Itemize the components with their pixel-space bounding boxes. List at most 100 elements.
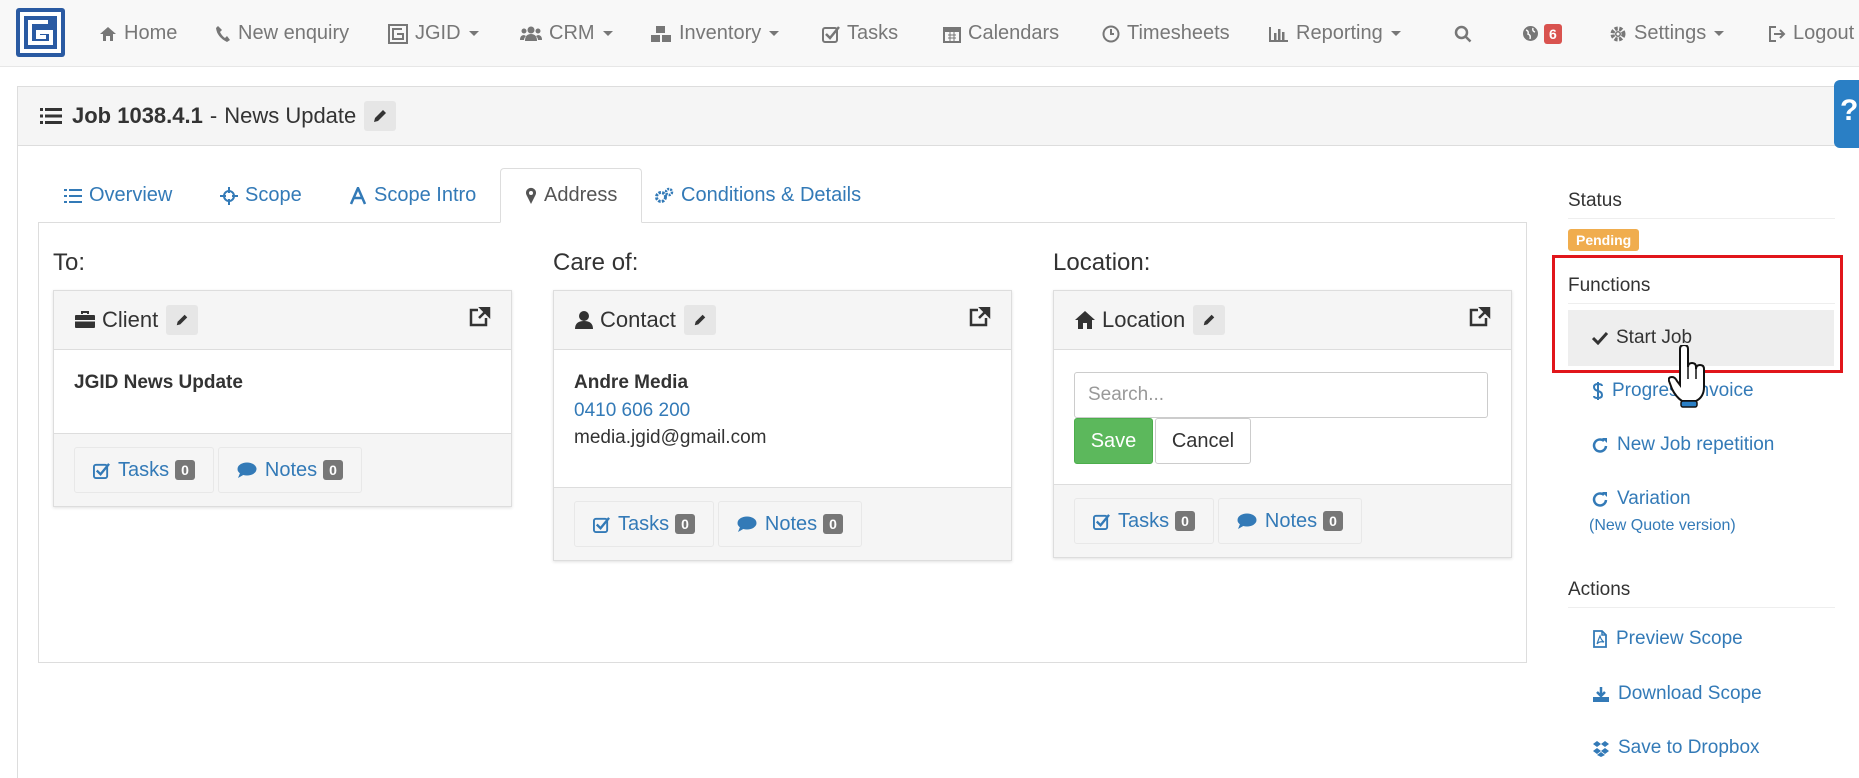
nav-crm-dropdown[interactable]: CRM [520, 0, 613, 67]
nav-notifications[interactable]: 6 [1522, 0, 1562, 67]
client-notes-button[interactable]: Notes 0 [217, 447, 362, 493]
tab-scope[interactable]: Scope [196, 168, 326, 223]
variation-sub-label[interactable]: (New Quote version) [1568, 517, 1834, 535]
home-icon [1074, 310, 1096, 330]
nav-inventory-dropdown[interactable]: Inventory [650, 0, 780, 67]
caret-down-icon [1714, 31, 1725, 36]
nav-logout-label: Logout [1793, 22, 1855, 44]
open-contact-external-icon[interactable] [969, 307, 991, 327]
client-tasks-count: 0 [175, 460, 195, 480]
contact-panel-footer: Tasks 0 Notes 0 [554, 487, 1011, 560]
client-tasks-button[interactable]: Tasks 0 [74, 447, 214, 493]
tab-scope-label: Scope [245, 184, 302, 206]
client-panel-footer: Tasks 0 Notes 0 [54, 433, 511, 506]
tab-address-label: Address [544, 184, 618, 206]
location-tasks-count: 0 [1175, 511, 1195, 531]
briefcase-icon [74, 311, 96, 329]
status-badge: Pending [1568, 229, 1640, 251]
hand-cursor-icon [1668, 345, 1708, 409]
nav-search[interactable] [1454, 0, 1472, 67]
jgid-icon [388, 23, 408, 44]
open-client-external-icon[interactable] [469, 307, 491, 327]
contact-panel: Contact Andre Media 0410 606 200 media.j… [553, 290, 1012, 561]
page-title: Job 1038.4.1 - News Update [18, 87, 1859, 146]
nav-settings-dropdown[interactable]: Settings [1609, 0, 1725, 67]
nav-jgid-dropdown[interactable]: JGID [388, 0, 479, 67]
to-heading: To: [53, 249, 86, 276]
location-panel-body: Save Cancel [1054, 350, 1511, 484]
contact-notes-button[interactable]: Notes 0 [717, 501, 862, 547]
search-icon [1454, 25, 1472, 43]
tab-conditions-details[interactable]: Conditions & Details [630, 168, 885, 223]
preview-scope-link[interactable]: Preview Scope [1568, 628, 1834, 650]
nav-tasks[interactable]: Tasks [822, 0, 898, 67]
nav-reporting-dropdown[interactable]: Reporting [1269, 0, 1401, 67]
app-logo[interactable] [16, 8, 65, 57]
location-notes-count: 0 [1323, 511, 1343, 531]
contact-tasks-button[interactable]: Tasks 0 [574, 501, 714, 547]
location-search-input[interactable] [1074, 372, 1488, 418]
pencil-icon [1203, 314, 1215, 326]
nav-tasks-label: Tasks [847, 22, 899, 44]
map-marker-icon [525, 187, 537, 205]
nav-timesheets[interactable]: Timesheets [1102, 0, 1230, 67]
nav-settings-label: Settings [1634, 22, 1707, 44]
help-tab[interactable]: ? [1834, 80, 1859, 148]
new-job-repetition-link[interactable]: New Job repetition [1568, 434, 1834, 456]
users-icon [520, 26, 542, 42]
check-square-icon [93, 462, 110, 479]
nav-calendars[interactable]: Calendars [943, 0, 1059, 67]
pencil-icon [177, 314, 188, 326]
contact-tasks-count: 0 [675, 514, 695, 534]
location-heading: Location: [1053, 249, 1151, 276]
tab-conditions-details-label: Conditions & Details [681, 184, 862, 206]
nav-home-label: Home [124, 22, 178, 44]
top-navbar: Home New enquiry JGID CRM Inventory Task… [0, 0, 1859, 67]
new-job-repetition-label: New Job repetition [1617, 434, 1775, 455]
contact-panel-body: Andre Media 0410 606 200 media.jgid@gmai… [554, 350, 1011, 487]
cubes-icon [650, 25, 672, 43]
edit-client-button[interactable] [166, 305, 199, 335]
preview-scope-label: Preview Scope [1616, 628, 1743, 649]
nav-new-enquiry[interactable]: New enquiry [215, 0, 349, 67]
nav-logout[interactable]: Logout [1768, 0, 1854, 67]
location-tasks-button[interactable]: Tasks 0 [1074, 498, 1214, 544]
contact-panel-header: Contact [554, 291, 1011, 350]
care-of-heading: Care of: [553, 249, 639, 276]
contact-tasks-label: Tasks [618, 512, 670, 535]
pencil-icon [374, 110, 387, 122]
bar-chart-icon [1269, 26, 1289, 42]
tab-scope-intro[interactable]: Scope Intro [325, 168, 500, 223]
list-icon [40, 107, 62, 125]
phone-icon [215, 25, 231, 43]
cancel-button[interactable]: Cancel [1155, 418, 1251, 464]
edit-job-name-button[interactable] [364, 101, 397, 131]
download-scope-link[interactable]: Download Scope [1568, 683, 1834, 705]
home-icon [99, 26, 117, 42]
tab-overview[interactable]: Overview [40, 168, 196, 223]
nav-home[interactable]: Home [99, 0, 177, 67]
contact-phone-link[interactable]: 0410 606 200 [574, 400, 991, 422]
location-notes-button[interactable]: Notes 0 [1217, 498, 1362, 544]
gear-icon [1609, 25, 1627, 43]
location-panel-header: Location [1054, 291, 1511, 350]
clock-icon [1102, 25, 1120, 43]
user-icon [574, 310, 594, 330]
nav-crm-label: CRM [549, 22, 595, 44]
edit-contact-button[interactable] [683, 305, 716, 335]
save-to-dropbox-link[interactable]: Save to Dropbox [1568, 737, 1834, 759]
client-panel: Client JGID News Update Tasks 0 Notes 0 [53, 290, 512, 507]
client-panel-header: Client [54, 291, 511, 350]
location-notes-label: Notes [1264, 509, 1318, 532]
save-to-dropbox-label: Save to Dropbox [1618, 737, 1760, 758]
contact-name: Andre Media [574, 372, 689, 393]
check-square-icon [593, 516, 610, 533]
client-notes-label: Notes [264, 458, 318, 481]
comment-icon [1237, 513, 1257, 529]
edit-location-button[interactable] [1193, 305, 1226, 335]
tab-address[interactable]: Address [500, 168, 643, 223]
variation-link[interactable]: Variation [1568, 488, 1828, 510]
title-separator: - [209, 103, 218, 128]
save-button[interactable]: Save [1074, 418, 1153, 464]
open-location-external-icon[interactable] [1469, 307, 1491, 327]
